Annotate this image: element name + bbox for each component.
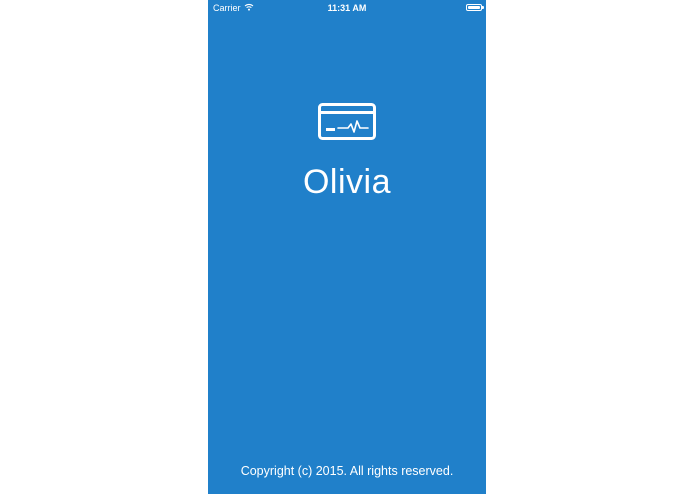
status-bar: Carrier 11:31 AM [208,0,486,16]
battery-icon [466,4,484,11]
screen-canvas: Carrier 11:31 AM Olivia Copyright (c) 20… [0,0,695,494]
credit-card-pulse-icon [318,103,376,140]
splash-screen: Carrier 11:31 AM Olivia Copyright (c) 20… [208,0,486,494]
app-title: Olivia [302,163,392,201]
status-time: 11:31 AM [327,3,367,13]
copyright-notice: Copyright (c) 2015. All rights reserved. [240,464,454,478]
